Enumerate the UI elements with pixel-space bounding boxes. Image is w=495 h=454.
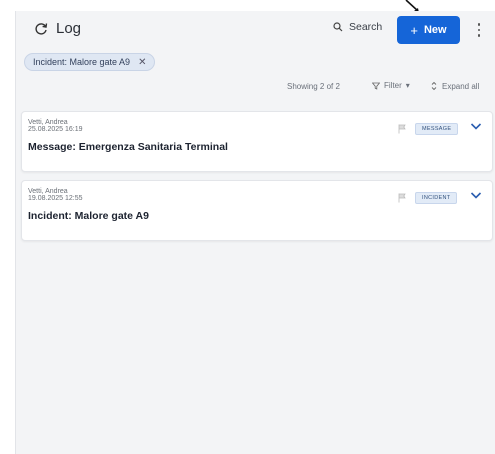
entry-date: 19.08.2025 12:55 [28,195,83,202]
list-toolbar: Showing 2 of 2 Filter ▾ Expand all [16,79,495,93]
chevron-down-icon[interactable] [470,121,482,131]
refresh-icon[interactable] [34,22,48,36]
filter-label: Filter [384,81,402,90]
active-filter-chip[interactable]: Incident: Malore gate A9 ✕ [24,53,156,71]
log-header: Log Search + New [16,11,495,51]
filter-icon [372,82,380,90]
flag-icon[interactable] [398,124,406,134]
flag-icon[interactable] [398,193,406,203]
expand-icon [431,81,437,91]
chevron-down-icon[interactable] [470,190,482,200]
close-icon[interactable]: ✕ [138,57,146,68]
new-label: New [423,24,447,36]
entry-type-badge: INCIDENT [415,192,458,204]
filter-chip-label: Incident: Malore gate A9 [33,57,131,67]
new-button[interactable]: + New [397,16,460,44]
log-entry-card[interactable]: Vetti, Andrea 25.08.2025 16:19 Message: … [21,111,493,172]
search-icon [333,22,343,32]
expand-all-label: Expand all [442,81,480,91]
expand-all-button[interactable]: Expand all [430,81,479,91]
log-entry-card[interactable]: Vetti, Andrea 19.08.2025 12:55 Incident:… [21,180,493,241]
log-panel: Log Search + New Incident: Malore gate A… [15,11,495,454]
page-title: Log [56,20,82,37]
entry-title: Incident: Malore gate A9 [28,210,149,222]
entry-type-badge: MESSAGE [415,123,459,135]
plus-icon: + [410,22,418,38]
result-count: Showing 2 of 2 [287,82,340,91]
search-label: Search [349,21,383,33]
more-options-icon[interactable] [474,20,484,40]
entry-date: 25.08.2025 16:19 [28,126,83,133]
entry-title: Message: Emergenza Sanitaria Terminal [28,141,228,153]
chevron-down-icon: ▾ [405,81,410,90]
log-title: Log [34,20,81,37]
search-button[interactable]: Search [333,21,382,33]
filter-dropdown[interactable]: Filter ▾ [372,81,410,90]
